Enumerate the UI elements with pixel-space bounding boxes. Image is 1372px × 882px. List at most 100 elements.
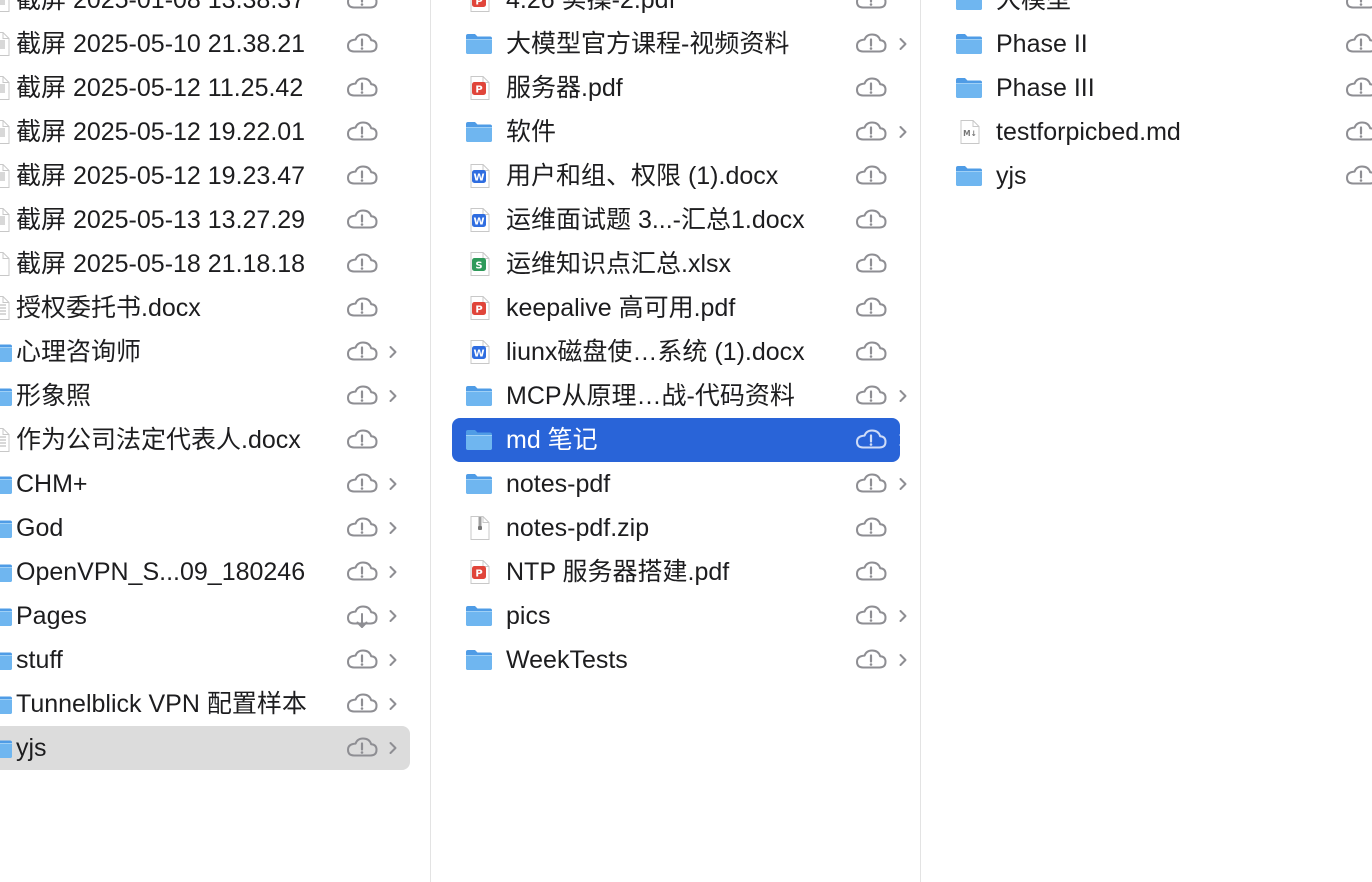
folder-row[interactable]: 形象照: [0, 374, 410, 418]
file-row[interactable]: 截屏 2025-05-13 13.27.29: [0, 198, 410, 242]
chevron-right-icon: [898, 432, 908, 448]
file-row[interactable]: M↓ testforpicbed.md: [942, 110, 1372, 154]
folder-row[interactable]: God: [0, 506, 410, 550]
cloud-icon[interactable]: [345, 339, 379, 365]
cloud-icon[interactable]: [345, 647, 379, 673]
finder-column-3[interactable]: 大模型 Phase II Phase III M↓ testforpicbed.md yj…: [922, 0, 1372, 882]
cloud-icon[interactable]: [345, 471, 379, 497]
folder-icon: [464, 120, 494, 144]
cloud-icon[interactable]: [345, 515, 379, 541]
cloud-icon[interactable]: [854, 383, 888, 409]
cloud-icon[interactable]: [345, 295, 379, 321]
folder-icon: [0, 384, 14, 408]
cloud-icon[interactable]: [854, 207, 888, 233]
file-row[interactable]: 截屏 2025-01-08 13.38.37: [0, 0, 410, 22]
folder-row[interactable]: yjs: [0, 726, 410, 770]
file-row[interactable]: W 运维面试题 3...-汇总1.docx: [452, 198, 900, 242]
cloud-icon[interactable]: [345, 163, 379, 189]
cloud-icon[interactable]: [345, 75, 379, 101]
file-row[interactable]: 截屏 2025-05-12 19.23.47: [0, 154, 410, 198]
cloud-icon[interactable]: [1344, 0, 1372, 13]
svg-text:P: P: [475, 569, 482, 580]
cloud-icon[interactable]: [854, 339, 888, 365]
item-name: 截屏 2025-05-12 11.25.42: [16, 74, 304, 102]
zip-file-icon: [464, 516, 494, 540]
folder-row[interactable]: Pages: [0, 594, 410, 638]
cloud-icon[interactable]: [854, 119, 888, 145]
cloud-icon[interactable]: [854, 163, 888, 189]
item-name: notes-pdf: [506, 470, 611, 498]
file-row[interactable]: S 运维知识点汇总.xlsx: [452, 242, 900, 286]
cloud-icon[interactable]: [345, 0, 379, 13]
file-row[interactable]: 授权委托书.docx: [0, 286, 410, 330]
cloud-icon[interactable]: [1344, 163, 1372, 189]
cloud-icon[interactable]: [1344, 119, 1372, 145]
folder-row[interactable]: md 笔记: [452, 418, 907, 462]
item-name: keepalive 高可用.pdf: [506, 294, 736, 322]
folder-row[interactable]: 大模型官方课程-视频资料: [452, 22, 907, 66]
cloud-icon[interactable]: [345, 735, 379, 761]
folder-row[interactable]: 软件: [452, 110, 907, 154]
cloud-icon[interactable]: [345, 427, 379, 453]
folder-row[interactable]: WeekTests: [452, 638, 907, 682]
cloud-icon[interactable]: [345, 31, 379, 57]
item-name: stuff: [16, 646, 63, 674]
file-row[interactable]: P NTP 服务器搭建.pdf: [452, 550, 900, 594]
cloud-icon[interactable]: [854, 559, 888, 585]
file-row[interactable]: 截屏 2025-05-18 21.18.18: [0, 242, 410, 286]
cloud-icon[interactable]: [345, 559, 379, 585]
column-divider[interactable]: [430, 0, 431, 882]
cloud-icon[interactable]: [854, 251, 888, 277]
folder-row[interactable]: CHM+: [0, 462, 410, 506]
cloud-icon[interactable]: [854, 0, 888, 13]
folder-row[interactable]: Phase III: [942, 66, 1372, 110]
cloud-icon[interactable]: [1344, 31, 1372, 57]
folder-row[interactable]: Phase II: [942, 22, 1372, 66]
cloud-icon[interactable]: [854, 603, 888, 629]
folder-row[interactable]: Tunnelblick VPN 配置样本: [0, 682, 410, 726]
finder-column-1[interactable]: 截屏 2025-01-08 13.38.37 截屏 2025-05-10 21.3…: [0, 0, 430, 882]
cloud-icon[interactable]: [345, 251, 379, 277]
cloud-icon[interactable]: [854, 295, 888, 321]
file-row[interactable]: 截屏 2025-05-12 11.25.42: [0, 66, 410, 110]
cloud-icon[interactable]: [854, 471, 888, 497]
folder-row[interactable]: MCP从原理…战-代码资料: [452, 374, 907, 418]
cloud-icon[interactable]: [854, 31, 888, 57]
cloud-icon[interactable]: [345, 207, 379, 233]
image-file-icon: [0, 208, 14, 232]
folder-row[interactable]: yjs: [942, 154, 1372, 198]
cloud-icon[interactable]: [345, 383, 379, 409]
cloud-icon[interactable]: [854, 75, 888, 101]
finder-column-2[interactable]: P 4.26 实操-2.pdf 大模型官方课程-视频资料 P 服务器.pdf 软件 W 用户和…: [432, 0, 920, 882]
item-name: 服务器.pdf: [506, 74, 623, 102]
file-row[interactable]: W 用户和组、权限 (1).docx: [452, 154, 900, 198]
item-name: WeekTests: [506, 646, 628, 674]
svg-text:M↓: M↓: [963, 129, 977, 138]
folder-row[interactable]: 大模型: [942, 0, 1372, 22]
svg-text:W: W: [473, 173, 484, 184]
file-row[interactable]: 作为公司法定代表人.docx: [0, 418, 410, 462]
column-divider[interactable]: [920, 0, 921, 882]
folder-row[interactable]: 心理咨询师: [0, 330, 410, 374]
file-row[interactable]: Wliunx磁盘使…系统 (1).docx: [452, 330, 900, 374]
cloud-icon[interactable]: [854, 427, 888, 453]
file-row[interactable]: 截屏 2025-05-10 21.38.21: [0, 22, 410, 66]
folder-row[interactable]: OpenVPN_S...09_180246: [0, 550, 410, 594]
cloud-icon[interactable]: [854, 647, 888, 673]
cloud-icon[interactable]: [1344, 75, 1372, 101]
cloud-icon[interactable]: [345, 119, 379, 145]
file-row[interactable]: P 4.26 实操-2.pdf: [452, 0, 900, 22]
folder-icon: [464, 604, 494, 628]
file-row[interactable]: 截屏 2025-05-12 19.22.01: [0, 110, 410, 154]
cloud-download-icon[interactable]: [345, 603, 379, 629]
item-name: MCP从原理…战-代码资料: [506, 382, 795, 410]
folder-row[interactable]: pics: [452, 594, 907, 638]
file-row[interactable]: Pkeepalive 高可用.pdf: [452, 286, 900, 330]
folder-row[interactable]: stuff: [0, 638, 410, 682]
folder-icon: [954, 164, 984, 188]
file-row[interactable]: notes-pdf.zip: [452, 506, 900, 550]
folder-row[interactable]: notes-pdf: [452, 462, 907, 506]
cloud-icon[interactable]: [345, 691, 379, 717]
cloud-icon[interactable]: [854, 515, 888, 541]
file-row[interactable]: P 服务器.pdf: [452, 66, 900, 110]
